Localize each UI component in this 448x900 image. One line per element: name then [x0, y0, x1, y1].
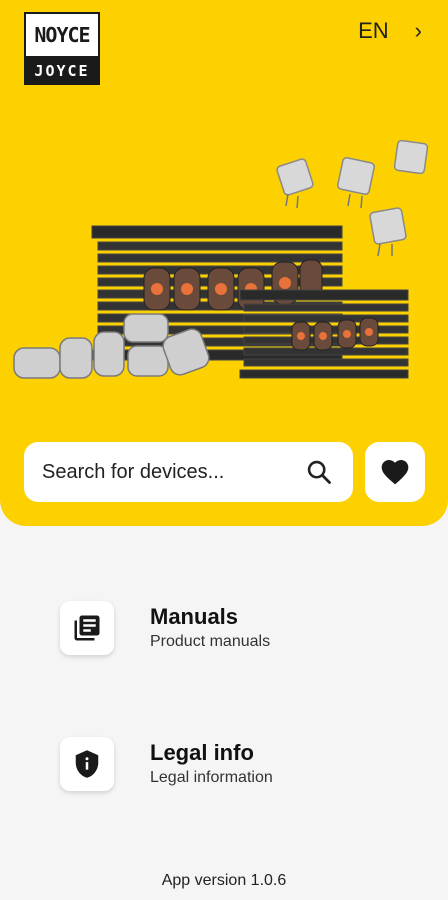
manuals-icon: [74, 615, 100, 641]
legal-icon-box: [60, 737, 114, 791]
app-version: App version 1.0.6: [161, 872, 287, 889]
shield-info-icon: [75, 750, 99, 778]
search-placeholder: Search for devices...: [42, 460, 225, 483]
manuals-title: Manuals: [150, 604, 239, 629]
logo-top-text: NOYCE: [34, 23, 90, 47]
loose-tubes: [13, 313, 210, 379]
manuals-subtitle: Product manuals: [150, 633, 271, 650]
search-input[interactable]: Search for devices...: [24, 442, 353, 502]
legal-info-title: Legal info: [150, 740, 254, 765]
favorites-button[interactable]: [365, 442, 425, 502]
language-selector[interactable]: EN ›: [358, 18, 422, 44]
language-code: EN: [358, 18, 389, 43]
legal-info-text: Legal info Legal information: [150, 739, 273, 789]
manuals-text: Manuals Product manuals: [150, 603, 270, 653]
logo-bottom-text: JOYCE: [26, 56, 98, 85]
menu-item-manuals[interactable]: Manuals Product manuals: [60, 601, 270, 655]
heart-icon: [381, 460, 409, 485]
nixie-clock-illustration: [13, 139, 429, 379]
search-icon[interactable]: [305, 458, 333, 486]
manuals-icon-box: [60, 601, 114, 655]
brand-logo: NOYCE JOYCE: [24, 12, 100, 85]
chevron-right-icon: ›: [414, 18, 422, 43]
menu-item-legal-info[interactable]: Legal info Legal information: [60, 737, 273, 791]
legal-info-subtitle: Legal information: [150, 769, 273, 786]
